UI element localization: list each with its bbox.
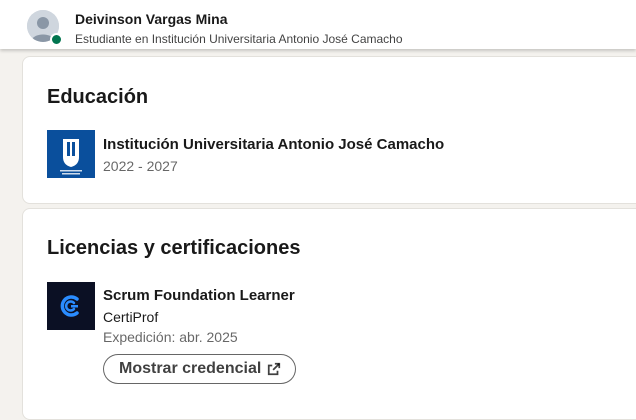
- licenses-section: Licencias y certificaciones Scrum Founda…: [22, 208, 636, 420]
- education-section: Educación Institución Universitaria Anto…: [22, 56, 636, 204]
- profile-name: Deivinson Vargas Mina: [75, 11, 228, 27]
- school-name[interactable]: Institución Universitaria Antonio José C…: [103, 136, 444, 153]
- certiprof-logo-icon[interactable]: [47, 282, 95, 330]
- show-credential-button[interactable]: Mostrar credencial: [103, 354, 297, 384]
- university-logo-icon[interactable]: [47, 130, 95, 178]
- education-dates: 2022 - 2027: [103, 158, 178, 174]
- certification-issued-date: Expedición: abr. 2025: [103, 329, 238, 345]
- certification-issuer: CertiProf: [103, 309, 159, 325]
- profile-headline: Estudiante en Institución Universitaria …: [75, 32, 403, 46]
- external-link-icon: [268, 362, 281, 376]
- profile-sticky-header: Deivinson Vargas Mina Estudiante en Inst…: [0, 0, 636, 49]
- section-title: Educación: [47, 86, 149, 108]
- section-title: Licencias y certificaciones: [47, 237, 301, 259]
- online-status-dot: [50, 33, 63, 46]
- show-credential-label: Mostrar credencial: [119, 360, 262, 377]
- certification-name[interactable]: Scrum Foundation Learner: [103, 287, 295, 304]
